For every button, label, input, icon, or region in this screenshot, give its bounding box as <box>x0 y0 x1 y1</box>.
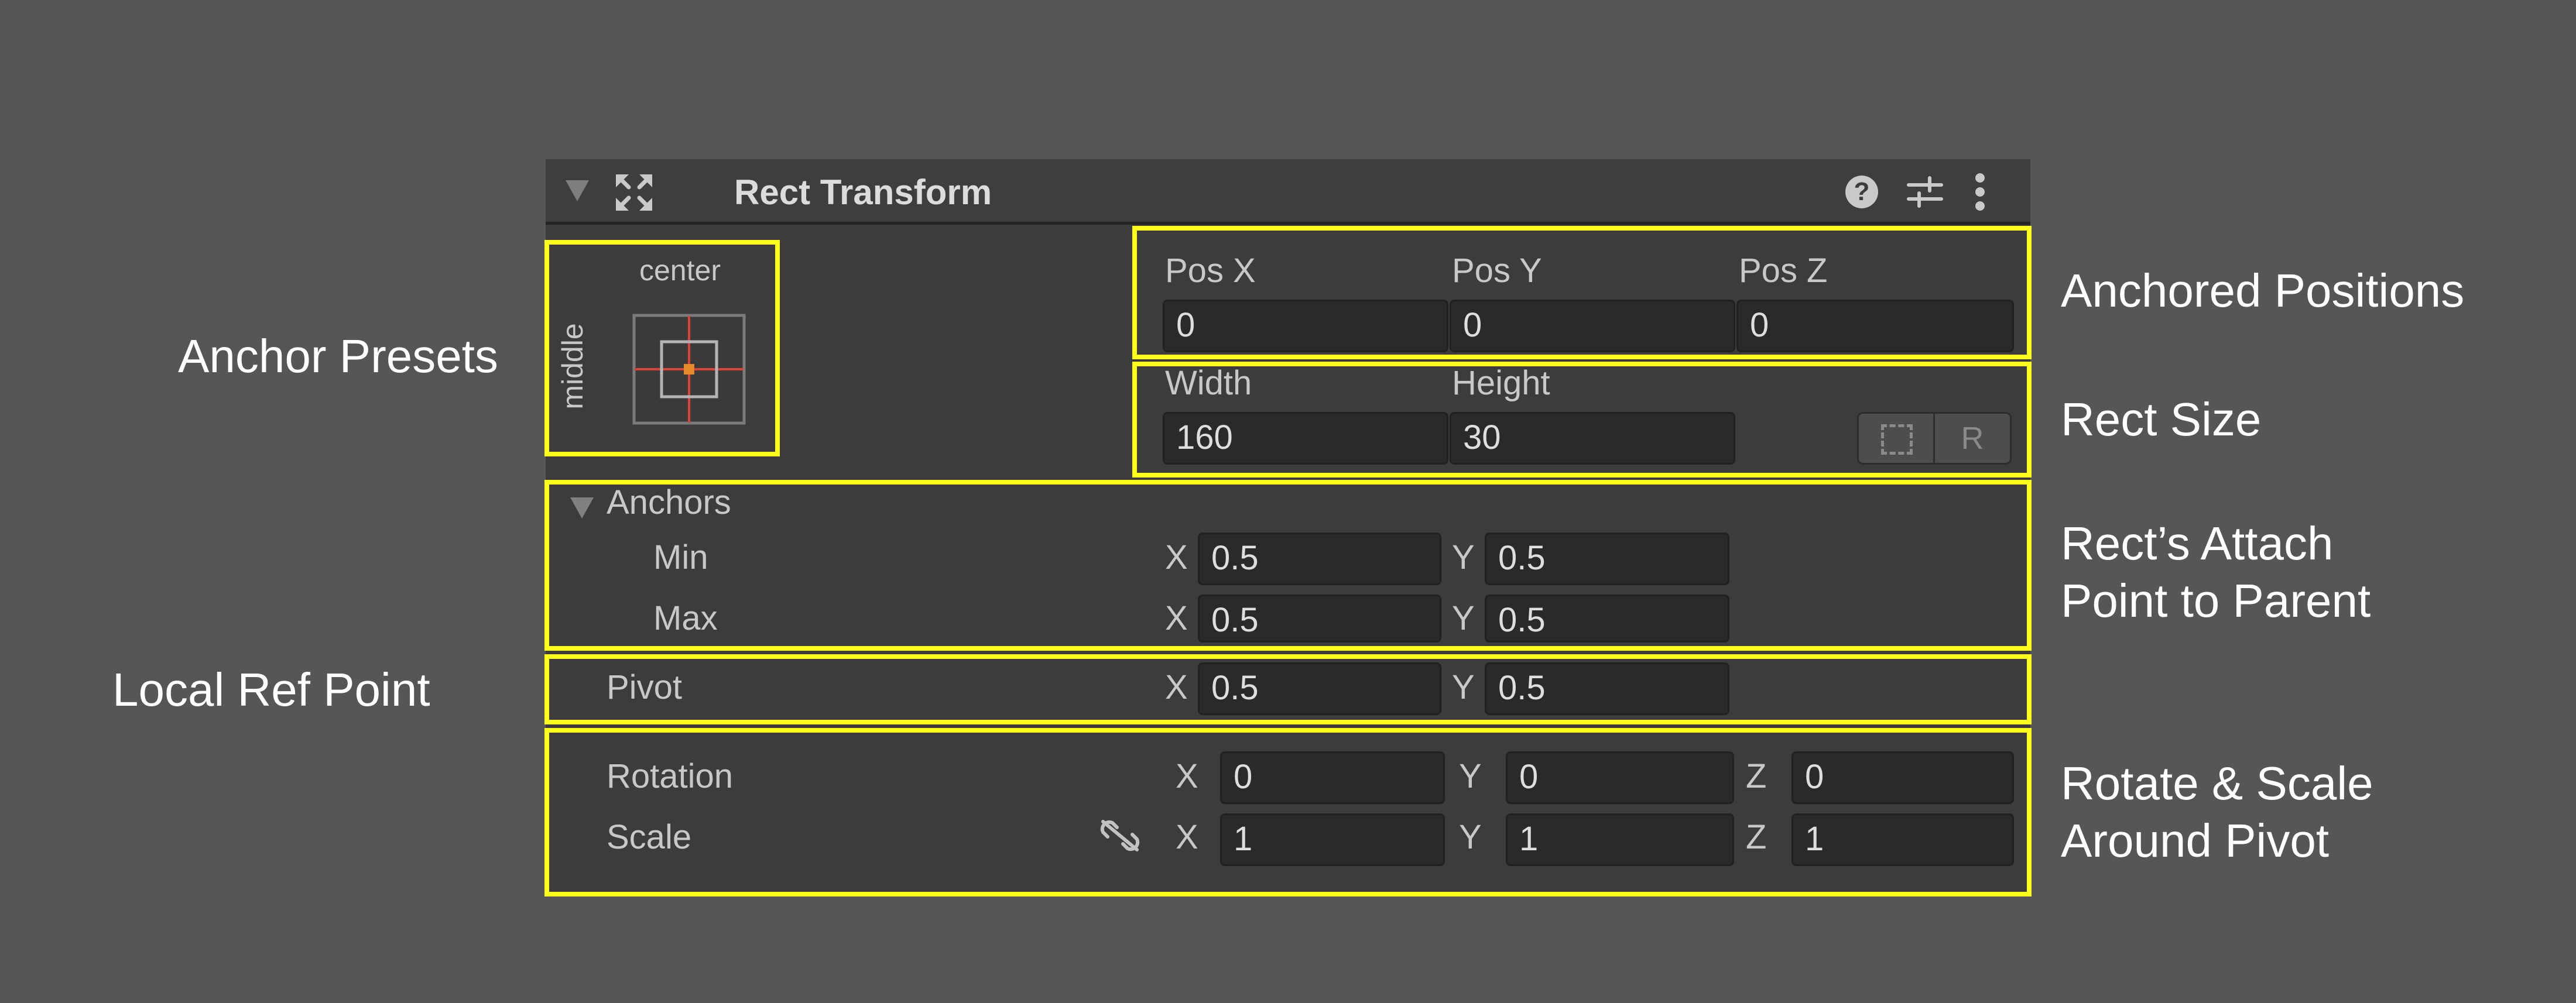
annotation-attach-line1: Rect’s Attach <box>2061 517 2334 569</box>
rect-tool-icon <box>616 174 652 211</box>
presets-icon[interactable] <box>1906 173 1944 211</box>
annotation-attach-line2: Point to Parent <box>2061 575 2371 627</box>
highlight-anchor-presets <box>544 240 780 456</box>
annotation-local-ref-point: Local Ref Point <box>112 664 430 716</box>
help-icon[interactable]: ? <box>1845 176 1878 208</box>
annotation-rotate-line2: Around Pivot <box>2061 815 2330 867</box>
highlight-pivot <box>544 654 2032 724</box>
highlight-rotate-scale <box>544 728 2032 896</box>
highlight-anchored-positions <box>1132 226 2032 359</box>
annotation-anchored-positions: Anchored Positions <box>2061 265 2465 317</box>
annotation-rect-size: Rect Size <box>2061 393 2262 445</box>
highlight-rect-size <box>1132 362 2032 478</box>
collapse-triangle-icon[interactable] <box>566 180 589 201</box>
component-header: Rect Transform ? <box>546 159 2030 225</box>
annotation-rotate-line1: Rotate & Scale <box>2061 757 2373 809</box>
annotation-anchor-presets: Anchor Presets <box>178 330 498 382</box>
highlight-anchors <box>544 480 2032 651</box>
component-title: Rect Transform <box>734 173 992 212</box>
kebab-menu-icon[interactable] <box>1974 172 1986 212</box>
